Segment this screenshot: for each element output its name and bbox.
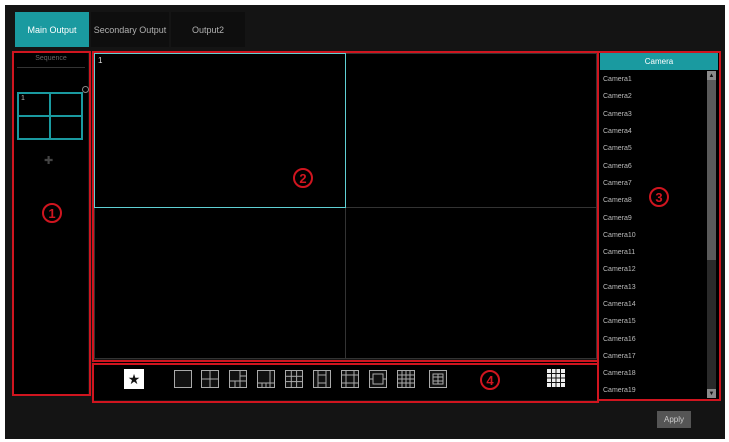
annotation-marker-1: 1	[42, 203, 62, 223]
apply-button[interactable]: Apply	[657, 411, 691, 428]
annotation-box-1	[12, 51, 91, 396]
annotation-box-4	[92, 363, 599, 403]
tab-secondary-output[interactable]: Secondary Output	[91, 12, 169, 47]
tab-main-output[interactable]: Main Output	[15, 12, 89, 47]
annotation-marker-4: 4	[480, 370, 500, 390]
tab-output2[interactable]: Output2	[171, 12, 245, 47]
annotation-marker-3: 3	[649, 187, 669, 207]
annotation-box-3	[597, 51, 721, 401]
annotation-marker-2: 2	[293, 168, 313, 188]
annotation-box-2	[92, 51, 599, 362]
